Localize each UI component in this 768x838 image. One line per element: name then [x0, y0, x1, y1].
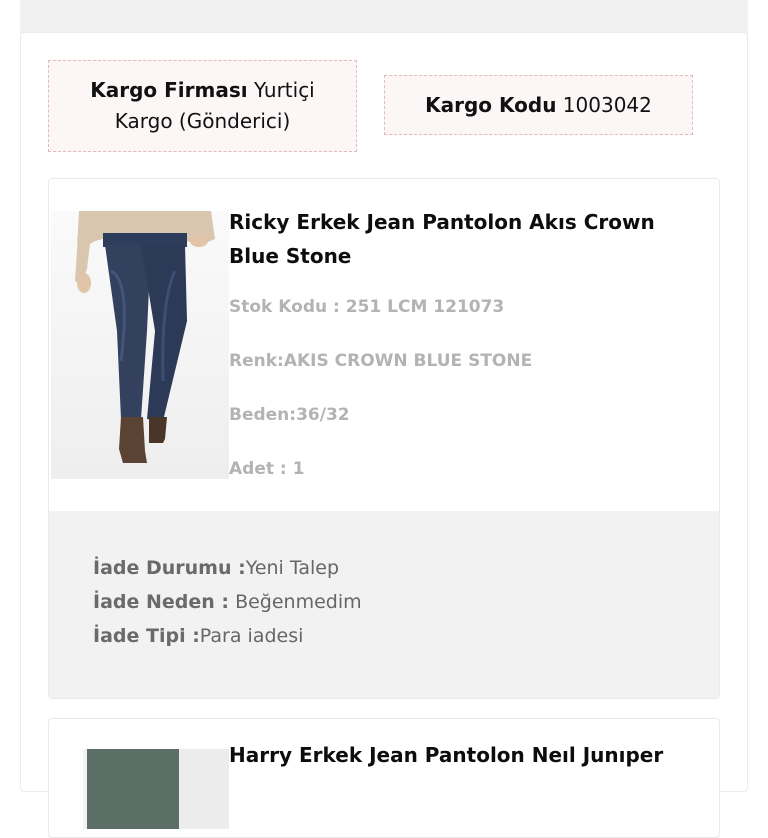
top-strip-bar	[20, 0, 748, 34]
jeans-product-photo	[75, 211, 215, 463]
return-status-section: İade Durumu :Yeni Talep İade Neden : Beğ…	[49, 511, 719, 698]
product-title[interactable]: Ricky Erkek Jean Pantolon Akıs Crown Blu…	[229, 205, 699, 273]
top-strip	[0, 0, 768, 34]
cargo-firm-box: Kargo Firması Yurtiçi Kargo (Gönderici)	[48, 60, 357, 152]
product-stock-code: Stok Kodu : 251 LCM 121073	[229, 297, 505, 317]
product-title[interactable]: Harry Erkek Jean Pantolon Neıl Junıper	[229, 743, 709, 767]
product-quantity: Adet : 1	[229, 459, 305, 479]
cargo-code-text: Kargo Kodu 1003042	[425, 90, 652, 121]
return-type-label: İade Tipi :	[93, 625, 200, 647]
cargo-firm-label: Kargo Firması	[90, 78, 248, 102]
return-reason-line: İade Neden : Beğenmedim	[93, 591, 362, 613]
cargo-code-value: 1003042	[562, 92, 652, 117]
return-type-value: Para iadesi	[199, 625, 304, 647]
cargo-code-box: Kargo Kodu 1003042	[384, 75, 693, 135]
return-reason-label: İade Neden :	[93, 591, 230, 613]
return-type-line: İade Tipi :Para iadesi	[93, 625, 303, 647]
product-size: Beden:36/32	[229, 405, 350, 425]
cargo-code-label: Kargo Kodu	[425, 92, 557, 117]
jeans-product-photo	[87, 749, 229, 829]
return-reason-value: Beğenmedim	[235, 591, 362, 613]
product-card: Ricky Erkek Jean Pantolon Akıs Crown Blu…	[48, 178, 720, 699]
return-status-line: İade Durumu :Yeni Talep	[93, 557, 339, 579]
product-color: Renk:AKIS CROWN BLUE STONE	[229, 351, 533, 371]
return-status-label: İade Durumu :	[93, 557, 246, 579]
product-image[interactable]	[51, 211, 229, 479]
cargo-firm-text: Kargo Firması Yurtiçi Kargo (Gönderici)	[63, 75, 342, 137]
return-status-value: Yeni Talep	[245, 557, 339, 579]
product-image[interactable]	[83, 749, 229, 829]
product-card: Harry Erkek Jean Pantolon Neıl Junıper	[48, 718, 720, 838]
